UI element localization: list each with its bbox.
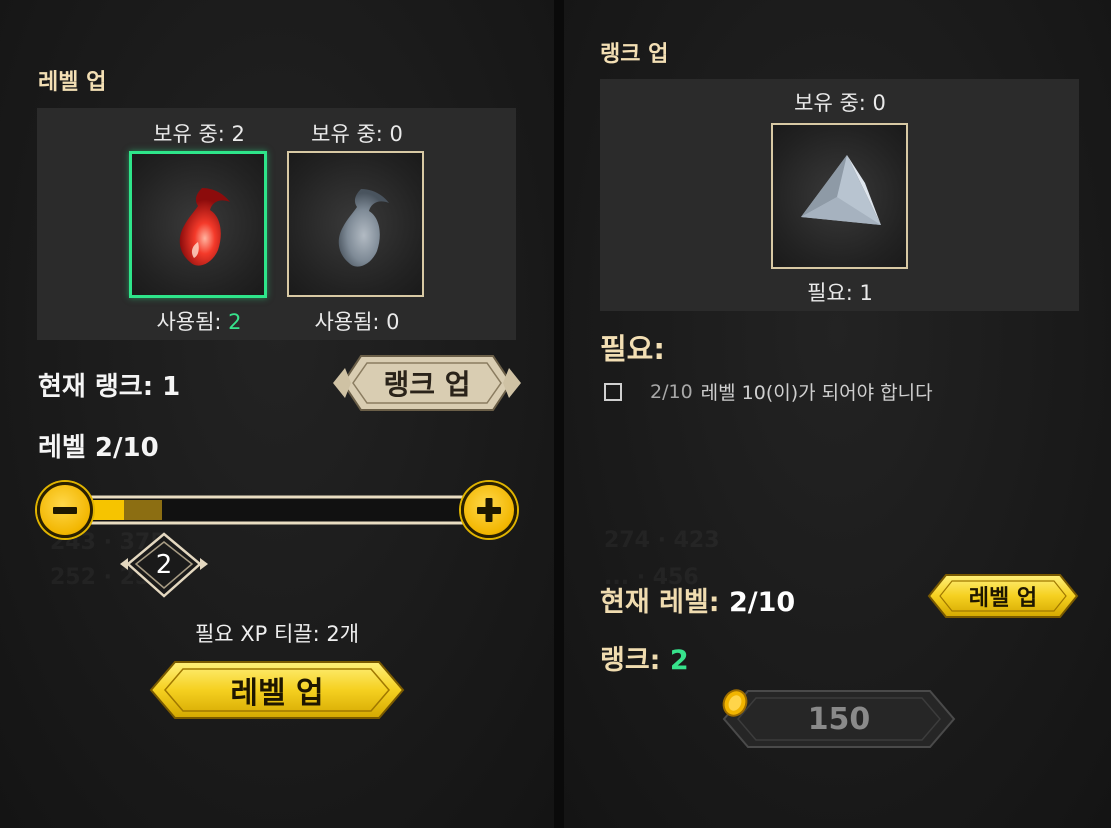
crystal-shard-icon [801, 155, 881, 225]
crystal-shard-item-slot[interactable] [771, 123, 908, 269]
panel-divider [554, 0, 564, 828]
level-label: 레벨 2/10 [38, 433, 159, 463]
shard-owned-count: 보유 중: 0 [794, 91, 886, 115]
minus-icon [53, 507, 77, 514]
item-2-used-count: 사용됨: 0 [314, 310, 400, 334]
gold-coin-icon [722, 689, 748, 717]
rank-up-items-box: 보유 중: 0 필요: 1 [600, 79, 1079, 311]
rank-up-cost-button[interactable]: 150 [720, 688, 958, 750]
item-1-used-count: 사용됨: 2 [156, 310, 242, 334]
xp-required-text: 필요 XP 티끌: 2개 [194, 622, 360, 646]
rank-up-button-label: 랭크 업 [383, 368, 471, 401]
current-rank-label: 현재 랭크: 1 [38, 372, 181, 402]
level-up-items-box: 보유 중: 2 보유 중: 0 사용됨: 2 사용됨: 0 [37, 108, 516, 340]
decrease-level-button[interactable] [37, 482, 93, 538]
requirement-text: 레벨 10(이)가 되어야 합니다 [700, 382, 933, 404]
requirement-row: 2/10 레벨 10(이)가 되어야 합니다 [604, 378, 933, 405]
increase-level-button[interactable] [461, 482, 517, 538]
rank-up-section-title: 랭크 업 [600, 42, 669, 67]
level-slider[interactable] [80, 494, 476, 526]
level-up-button[interactable]: 레벨 업 [147, 660, 407, 720]
level-up-button-label: 레벨 업 [230, 676, 324, 711]
requirements-title: 필요: [600, 332, 665, 366]
item-2-owned-count: 보유 중: 0 [311, 122, 403, 146]
level-slider-preview [124, 500, 162, 520]
slider-marker-value: 2 [155, 550, 173, 580]
rank-up-panel: 클린 184 274 · 423 ... · 456 랭크 업 보유 중: 0 … [564, 0, 1111, 828]
level-slider-handle[interactable]: 2 [118, 530, 210, 600]
cost-button-content: 150 [720, 688, 958, 750]
rank-panel-level-up-label: 레벨 업 [968, 586, 1038, 611]
level-slider-track [80, 495, 476, 525]
rank-panel-level-up-button[interactable]: 레벨 업 [926, 573, 1080, 619]
plus-icon [477, 498, 501, 522]
red-flame-icon [179, 188, 230, 266]
item-1-owned-count: 보유 중: 2 [153, 122, 245, 146]
rank-up-button[interactable]: 랭크 업 [331, 354, 523, 412]
requirement-progress: 2/10 [650, 380, 693, 403]
level-up-panel: 클린 16 243 · 375 252 · 254 레벨 업 보유 중: 2 보… [0, 0, 554, 828]
shard-required-count: 필요: 1 [807, 281, 873, 305]
level-up-section-title: 레벨 업 [38, 70, 107, 95]
requirement-checkbox[interactable] [604, 382, 622, 401]
blue-flame-icon [338, 189, 389, 267]
rank-value-label: 랭크: 2 [600, 645, 689, 676]
current-level-label: 현재 레벨: 2/10 [600, 587, 796, 618]
red-flame-item-slot[interactable] [129, 151, 267, 298]
blue-flame-item-slot[interactable] [287, 151, 424, 297]
cost-amount: 150 [807, 701, 871, 737]
